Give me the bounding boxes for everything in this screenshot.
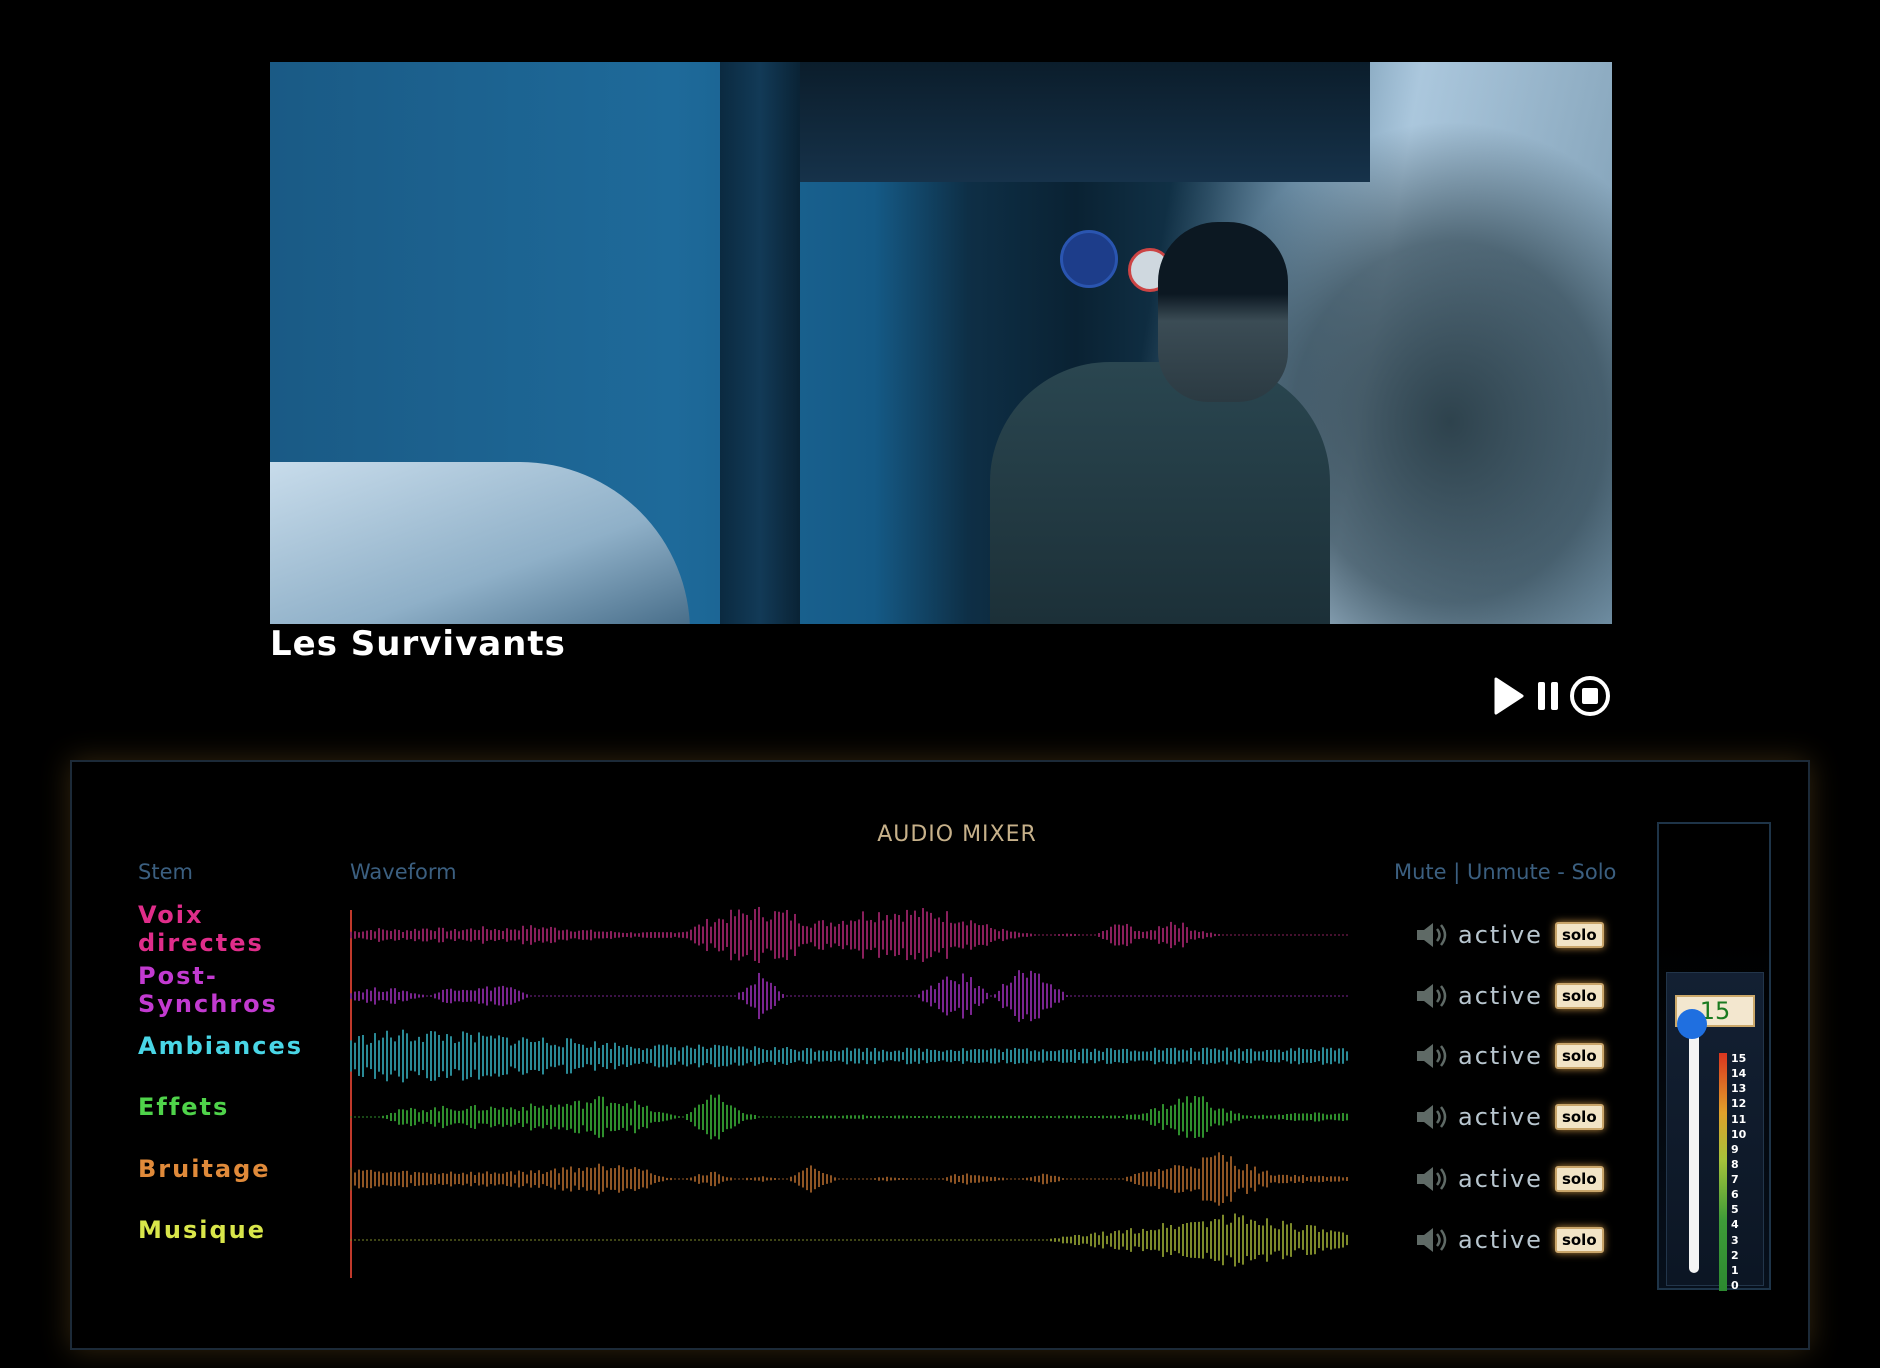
stop-circle-icon xyxy=(1570,676,1610,716)
speaker-icon[interactable] xyxy=(1414,1225,1452,1255)
level-scale-tick: 2 xyxy=(1731,1248,1739,1262)
column-header-waveform: Waveform xyxy=(350,860,457,884)
speaker-icon[interactable] xyxy=(1414,920,1452,950)
mute-state-toggle[interactable]: active xyxy=(1458,982,1543,1010)
mute-state-toggle[interactable]: active xyxy=(1458,1042,1543,1070)
level-scale-tick: 5 xyxy=(1731,1203,1739,1217)
waveform-track[interactable] xyxy=(350,1085,1350,1149)
level-scale-tick: 1 xyxy=(1731,1263,1739,1277)
movie-title: Les Survivants xyxy=(270,624,566,664)
solo-button[interactable]: solo xyxy=(1554,922,1604,948)
audio-mixer-panel: AUDIO MIXER Stem Waveform Mute | Unmute … xyxy=(70,760,1810,1350)
level-scale-tick: 13 xyxy=(1731,1082,1747,1096)
speaker-icon[interactable] xyxy=(1414,1164,1452,1194)
video-frame-detail xyxy=(270,462,690,624)
stem-label: Ambiances xyxy=(138,1032,304,1060)
stem-controls: active solo xyxy=(1414,1159,1604,1199)
mute-state-toggle[interactable]: active xyxy=(1458,1103,1543,1131)
level-scale-tick: 10 xyxy=(1731,1127,1747,1141)
solo-button[interactable]: solo xyxy=(1554,1227,1604,1253)
column-header-controls: Mute | Unmute - Solo xyxy=(1394,860,1617,884)
stem-label: Post-Synchros xyxy=(138,962,278,1018)
speaker-icon[interactable] xyxy=(1414,1041,1452,1071)
stem-controls: active solo xyxy=(1414,976,1604,1016)
waveform-track[interactable] xyxy=(350,964,1350,1028)
level-meter xyxy=(1719,1053,1727,1291)
waveform-track[interactable] xyxy=(350,1208,1350,1272)
fader-knob[interactable] xyxy=(1677,1009,1707,1039)
solo-button[interactable]: solo xyxy=(1554,1043,1604,1069)
video-frame-detail xyxy=(1158,222,1288,402)
level-scale-tick: 14 xyxy=(1731,1067,1747,1081)
video-player[interactable] xyxy=(270,62,1612,624)
level-scale-tick: 9 xyxy=(1731,1142,1739,1156)
speaker-icon[interactable] xyxy=(1414,981,1452,1011)
level-scale-tick: 4 xyxy=(1731,1218,1739,1232)
mixer-title: AUDIO MIXER xyxy=(877,822,1037,847)
level-scale-tick: 12 xyxy=(1731,1097,1747,1111)
stem-controls: active solo xyxy=(1414,915,1604,955)
stem-label: Effets xyxy=(138,1093,230,1121)
pause-button[interactable] xyxy=(1528,674,1568,718)
stem-label: Voix directes xyxy=(138,901,264,957)
mute-state-toggle[interactable]: active xyxy=(1458,1226,1543,1254)
level-scale-tick: 11 xyxy=(1731,1112,1747,1126)
solo-button[interactable]: solo xyxy=(1554,983,1604,1009)
master-volume-panel: 15 15 14 13 12 11 10 9 8 7 6 5 4 3 2 1 0 xyxy=(1657,822,1771,1291)
solo-button[interactable]: solo xyxy=(1554,1104,1604,1130)
fader-track[interactable] xyxy=(1689,1023,1699,1273)
level-scale-tick: 15 xyxy=(1731,1052,1747,1065)
video-frame-detail xyxy=(770,62,1370,182)
level-scale-tick: 8 xyxy=(1731,1157,1739,1171)
solo-button[interactable]: solo xyxy=(1554,1166,1604,1192)
stem-label: Musique xyxy=(138,1216,267,1244)
column-header-stem: Stem xyxy=(138,860,193,884)
level-scale: 15 14 13 12 11 10 9 8 7 6 5 4 3 2 1 0 xyxy=(1731,1053,1755,1291)
play-icon xyxy=(1494,677,1524,715)
master-fader[interactable]: 15 15 14 13 12 11 10 9 8 7 6 5 4 3 2 1 0 xyxy=(1666,972,1764,1291)
stem-controls: active solo xyxy=(1414,1036,1604,1076)
video-frame-detail xyxy=(720,62,800,624)
video-frame-detail xyxy=(990,362,1330,624)
level-scale-tick: 3 xyxy=(1731,1233,1739,1247)
stem-label: Bruitage xyxy=(138,1155,271,1183)
video-frame-detail xyxy=(1060,230,1118,288)
level-scale-tick: 0 xyxy=(1731,1278,1739,1292)
waveform-track[interactable] xyxy=(350,1147,1350,1211)
waveform-track[interactable] xyxy=(350,903,1350,967)
level-scale-tick: 7 xyxy=(1731,1173,1739,1186)
stem-controls: active solo xyxy=(1414,1097,1604,1137)
stem-controls: active solo xyxy=(1414,1220,1604,1260)
stop-button[interactable] xyxy=(1568,674,1610,718)
pause-icon xyxy=(1538,682,1558,710)
level-scale-tick: 6 xyxy=(1731,1188,1739,1202)
waveform-track[interactable] xyxy=(350,1024,1350,1088)
speaker-icon[interactable] xyxy=(1414,1102,1452,1132)
mute-state-toggle[interactable]: active xyxy=(1458,921,1543,949)
play-button[interactable] xyxy=(1488,674,1528,718)
mute-state-toggle[interactable]: active xyxy=(1458,1165,1543,1193)
